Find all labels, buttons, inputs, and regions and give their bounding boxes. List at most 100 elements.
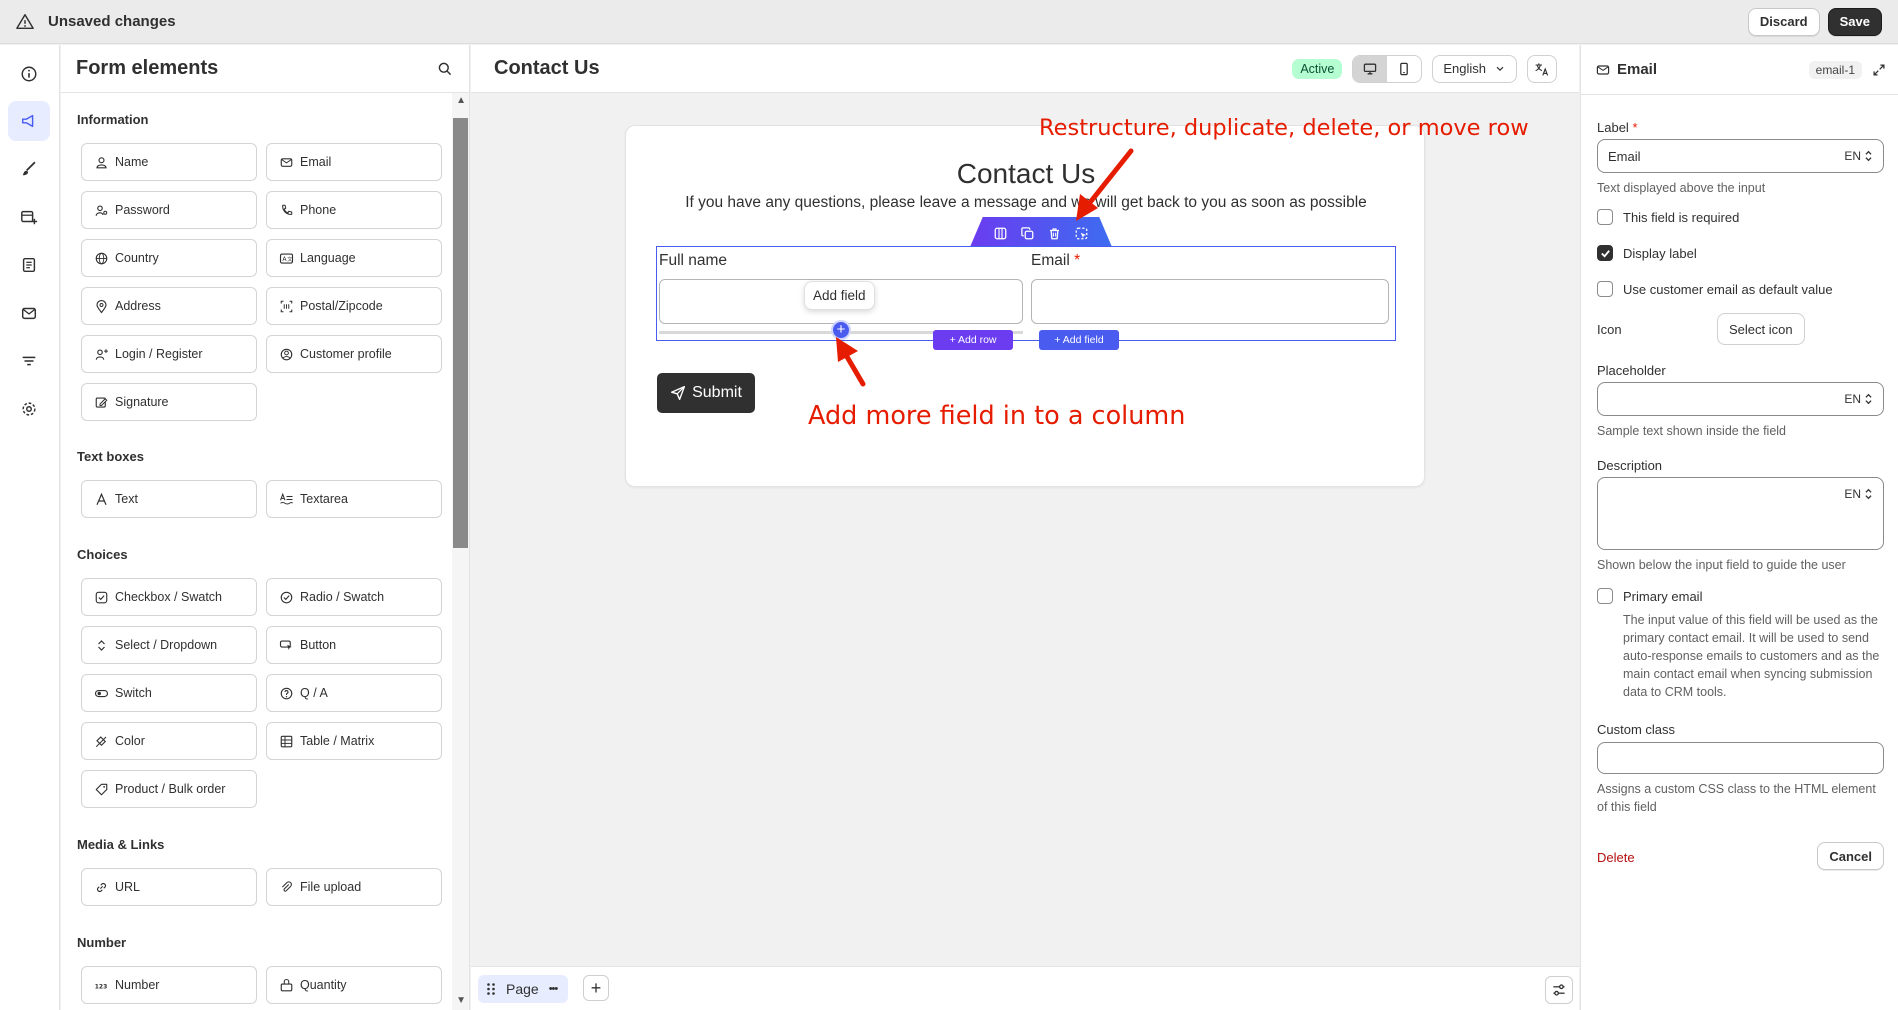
element-phone[interactable]: Phone [266, 191, 442, 229]
custom-class-help-text: Assigns a custom CSS class to the HTML e… [1597, 782, 1876, 814]
element-signature[interactable]: Signature [81, 383, 257, 421]
label-input[interactable]: Email EN [1597, 139, 1884, 173]
select-icon-button[interactable]: Select icon [1717, 313, 1805, 345]
custom-class-input[interactable] [1597, 742, 1884, 774]
description-label: Description [1597, 458, 1663, 473]
add-page-button[interactable]: + [583, 975, 609, 1001]
scroll-up-icon[interactable]: ▲ [456, 95, 466, 106]
filter-icon[interactable] [8, 341, 50, 381]
element-qa[interactable]: Q / A [266, 674, 442, 712]
select-arrows-icon [1865, 488, 1872, 500]
arrow-to-add-field [836, 337, 866, 387]
customer-email-default-checkbox[interactable]: Use customer email as default value [1597, 281, 1833, 297]
element-radio[interactable]: Radio / Swatch [266, 578, 442, 616]
language-icon: A文 [279, 252, 293, 264]
element-language[interactable]: A 文 Language [266, 239, 442, 277]
discard-button[interactable]: Discard [1747, 7, 1820, 36]
select-arrows-icon [1865, 150, 1872, 162]
language-code-select[interactable]: EN [1844, 149, 1873, 163]
text-icon [96, 492, 107, 505]
language-code-select[interactable]: EN [1844, 392, 1873, 406]
form-elements-panel: Form elements Information Name Email Pas… [61, 45, 470, 1010]
element-address[interactable]: Address [81, 287, 257, 325]
person-icon [96, 156, 107, 168]
textarea-icon [280, 492, 293, 504]
element-textarea[interactable]: Textarea [266, 480, 442, 518]
expand-icon[interactable] [1872, 63, 1886, 77]
properties-header: Email email-1 [1581, 45, 1898, 95]
placeholder-input[interactable]: EN [1597, 382, 1884, 416]
article-icon[interactable] [8, 245, 50, 285]
profile-icon [280, 348, 293, 360]
form-elements-header: Form elements [61, 45, 469, 93]
page-tab-label: Page [506, 981, 539, 997]
display-label-checkbox[interactable]: Display label [1597, 245, 1697, 261]
select-arrows-icon [1865, 393, 1872, 405]
label-help-text: Text displayed above the input [1597, 181, 1766, 195]
warning-icon [16, 13, 34, 29]
section-information: Information [77, 112, 149, 127]
label-field-label: Label * [1597, 120, 1638, 135]
element-email[interactable]: Email [266, 143, 442, 181]
description-textarea[interactable]: EN [1597, 477, 1884, 550]
brush-icon[interactable] [8, 149, 50, 189]
element-password[interactable]: Password [81, 191, 257, 229]
element-checkbox[interactable]: Checkbox / Swatch [81, 578, 257, 616]
page-tab[interactable]: Page ••• [478, 975, 568, 1003]
top-bar: Unsaved changes Discard Save [0, 0, 1898, 44]
canvas-footer: Page ••• + [471, 966, 1579, 1010]
link-icon [96, 882, 107, 892]
save-button[interactable]: Save [1827, 7, 1882, 36]
element-color[interactable]: Color [81, 722, 257, 760]
element-file-upload[interactable]: File upload [266, 868, 442, 906]
section-text-boxes: Text boxes [77, 449, 144, 464]
custom-class-label: Custom class [1597, 722, 1676, 737]
unsaved-changes-title: Unsaved changes [48, 13, 176, 30]
email-icon [1596, 64, 1610, 75]
element-login-register[interactable]: Login / Register [81, 335, 257, 373]
element-url[interactable]: URL [81, 868, 257, 906]
element-country[interactable]: Country [81, 239, 257, 277]
element-table[interactable]: Table / Matrix [266, 722, 442, 760]
language-code-select[interactable]: EN [1844, 487, 1873, 501]
form-canvas: Contact Us Active English Contact Us If … [471, 45, 1579, 1010]
element-button[interactable]: Button [266, 626, 442, 664]
elements-scrollbar-thumb[interactable] [453, 118, 468, 548]
primary-email-checkbox[interactable]: Primary email [1597, 588, 1702, 604]
megaphone-icon[interactable] [8, 101, 50, 141]
email-icon [280, 157, 293, 167]
gear-icon[interactable] [8, 389, 50, 429]
quantity-icon [280, 978, 293, 991]
canvas-settings-button[interactable] [1545, 976, 1573, 1004]
required-checkbox[interactable]: This field is required [1597, 209, 1739, 225]
element-name[interactable]: Name [81, 143, 257, 181]
person-add-icon [95, 348, 108, 360]
paint-bucket-icon [95, 735, 107, 747]
email-icon[interactable] [8, 293, 50, 333]
delete-field-link[interactable]: Delete [1597, 850, 1635, 865]
element-product[interactable]: Product / Bulk order [81, 770, 257, 808]
more-options-icon[interactable]: ••• [549, 983, 559, 995]
drag-handle-icon[interactable] [486, 982, 496, 996]
scroll-down-icon[interactable]: ▼ [456, 995, 466, 1006]
element-text[interactable]: Text [81, 480, 257, 518]
annotation-row-actions: Restructure, duplicate, delete, or move … [1039, 115, 1529, 141]
element-postal[interactable]: Postal/Zipcode [266, 287, 442, 325]
element-quantity[interactable]: Quantity [266, 966, 442, 1004]
nav-rail [0, 45, 60, 1010]
checkmark-icon [1600, 249, 1610, 258]
form-elements-title: Form elements [76, 57, 219, 79]
cancel-button[interactable]: Cancel [1817, 842, 1884, 870]
form-add-icon[interactable] [8, 197, 50, 237]
info-icon[interactable] [8, 54, 50, 94]
arrow-to-row-toolbar [1076, 148, 1134, 221]
phone-icon [282, 204, 293, 215]
switch-icon [94, 689, 109, 697]
element-customer-profile[interactable]: Customer profile [266, 335, 442, 373]
paperclip-icon [282, 880, 292, 892]
element-switch[interactable]: Switch [81, 674, 257, 712]
element-select[interactable]: Select / Dropdown [81, 626, 257, 664]
element-number[interactable]: 123 Number [81, 966, 257, 1004]
search-icon[interactable] [437, 61, 453, 77]
field-properties-panel: Email email-1 Label * Email EN Text displ… [1580, 45, 1898, 1010]
